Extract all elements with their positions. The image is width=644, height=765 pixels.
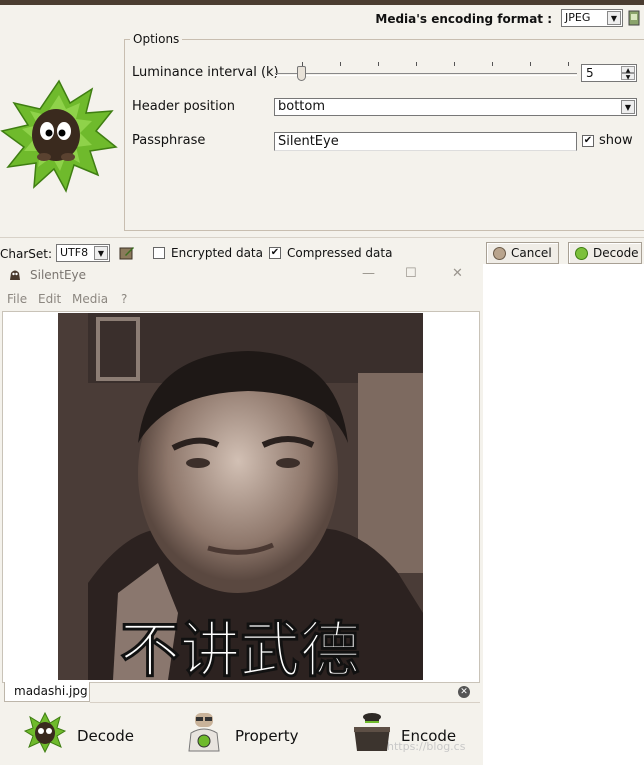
encrypted-data-label: Encrypted data (171, 246, 263, 260)
decode-button-label: Decode (593, 246, 639, 260)
menu-media[interactable]: Media (72, 292, 108, 306)
show-passphrase-label: show (599, 133, 633, 148)
silenteye-logo-icon (0, 79, 118, 193)
cancel-icon (493, 247, 506, 260)
spin-up-icon[interactable]: ▲ (621, 66, 635, 74)
encoding-format-value: JPEG (565, 11, 591, 24)
slider-tick (378, 62, 379, 66)
close-tab-icon[interactable]: ✕ (458, 686, 470, 698)
menu-bar: File Edit Media ? (0, 290, 483, 308)
property-action-label[interactable]: Property (235, 727, 298, 745)
media-image: 不讲武德 (58, 313, 423, 680)
luminance-slider-handle[interactable] (297, 66, 306, 81)
spin-down-icon[interactable]: ▼ (621, 73, 635, 81)
decode-button[interactable]: Decode (568, 242, 642, 264)
window-title: SilentEye (30, 268, 87, 282)
decode-check-icon (575, 247, 588, 260)
cancel-button[interactable]: Cancel (486, 242, 559, 264)
slider-tick (454, 62, 455, 66)
luminance-spinbox[interactable]: 5 ▲ ▼ (581, 64, 637, 82)
maximize-button[interactable]: ☐ (405, 266, 417, 281)
passphrase-value: SilentEye (278, 134, 339, 149)
menu-help[interactable]: ? (121, 292, 127, 306)
slider-tick (568, 62, 569, 66)
format-plugin-icon[interactable] (627, 10, 641, 26)
edit-message-icon[interactable] (119, 245, 135, 261)
compressed-data-label: Compressed data (287, 246, 393, 260)
empty-pane (483, 264, 644, 765)
media-tab[interactable]: madashi.jpg (4, 682, 90, 702)
top-edge (0, 0, 644, 5)
tab-baseline (90, 702, 480, 703)
charset-select[interactable]: UTF8 ▼ (56, 244, 110, 262)
encoding-format-select[interactable]: JPEG ▼ (561, 9, 623, 27)
image-caption: 不讲武德 (120, 616, 360, 680)
media-tab-strip: madashi.jpg ✕ (0, 682, 483, 704)
slider-tick (530, 62, 531, 66)
slider-tick (492, 62, 493, 66)
menu-file[interactable]: File (7, 292, 27, 306)
window-titlebar[interactable]: SilentEye — ☐ ✕ (0, 264, 483, 286)
luminance-label: Luminance interval (k) (132, 65, 279, 80)
media-tab-label: madashi.jpg (14, 684, 88, 698)
slider-tick (416, 62, 417, 66)
minimize-button[interactable]: — (362, 266, 375, 281)
decode-action-label[interactable]: Decode (77, 727, 134, 745)
luminance-slider[interactable] (275, 73, 577, 76)
passphrase-input[interactable]: SilentEye (274, 132, 577, 151)
chevron-down-icon[interactable]: ▼ (94, 246, 108, 260)
charset-label: CharSet: (0, 247, 53, 261)
slider-tick (340, 62, 341, 66)
cancel-button-label: Cancel (511, 246, 552, 260)
show-passphrase-checkbox[interactable]: ✔ (582, 135, 594, 147)
encoding-format-label: Media's encoding format : (375, 12, 552, 26)
chevron-down-icon[interactable]: ▼ (621, 100, 635, 114)
header-position-value: bottom (278, 99, 326, 114)
close-button[interactable]: ✕ (452, 266, 463, 281)
watermark-text: https://blog.cs (387, 740, 466, 753)
silenteye-window: SilentEye — ☐ ✕ File Edit Media ? 不讲武德 m… (0, 264, 483, 765)
charset-value: UTF8 (60, 246, 89, 259)
header-position-label: Header position (132, 99, 235, 114)
decode-action-icon[interactable] (24, 711, 66, 753)
silenteye-app-icon (10, 270, 20, 280)
chevron-down-icon[interactable]: ▼ (607, 11, 621, 25)
toolbar-divider (0, 237, 644, 238)
passphrase-label: Passphrase (132, 133, 206, 148)
luminance-value: 5 (586, 66, 594, 80)
property-action-icon[interactable] (183, 711, 225, 753)
compressed-data-checkbox[interactable]: ✔ (269, 247, 281, 259)
options-title: Options (130, 32, 183, 46)
menu-edit[interactable]: Edit (38, 292, 61, 306)
encrypted-data-checkbox[interactable] (153, 247, 165, 259)
header-position-select[interactable]: bottom ▼ (274, 98, 637, 116)
